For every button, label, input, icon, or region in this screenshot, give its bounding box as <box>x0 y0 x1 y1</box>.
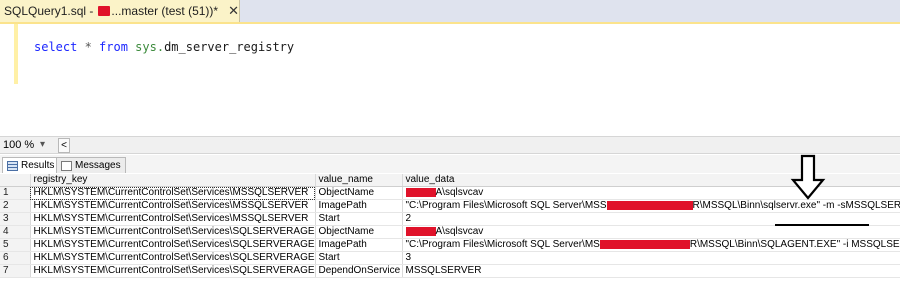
value-data-part: A\sqlsvcav <box>435 187 484 198</box>
row-number[interactable]: 2 <box>0 199 31 213</box>
tab-title-prefix: SQLQuery1.sql - <box>4 4 94 18</box>
cell-registry-key[interactable]: HKLM\SYSTEM\CurrentControlSet\Services\S… <box>30 264 316 278</box>
tab-title-suffix: ...master (test (51))* <box>111 4 219 18</box>
zoom-dropdown-icon[interactable]: ▾ <box>40 139 45 150</box>
table-row[interactable]: 4 HKLM\SYSTEM\CurrentControlSet\Services… <box>0 225 900 239</box>
scroll-left-button[interactable]: < <box>58 138 70 153</box>
schema-name: sys. <box>127 40 165 54</box>
query-editor[interactable]: select * from sys.dm_server_registry <box>0 24 900 136</box>
cell-value-data[interactable]: A\sqlsvcav <box>402 225 900 239</box>
cell-value-name[interactable]: DependOnService <box>315 264 403 278</box>
cell-value-name[interactable]: ObjectName <box>315 186 403 200</box>
zoom-bar: 100 % ▾ < <box>0 136 900 154</box>
cell-registry-key[interactable]: HKLM\SYSTEM\CurrentControlSet\Services\S… <box>30 225 316 239</box>
document-tab-strip: SQLQuery1.sql - ...master (test (51))* ✕ <box>0 0 900 22</box>
annotation-down-arrow-icon <box>790 154 826 200</box>
row-number[interactable]: 4 <box>0 225 31 239</box>
cell-registry-key[interactable]: HKLM\SYSTEM\CurrentControlSet\Services\M… <box>30 212 316 226</box>
grid-header-row: registry_key value_name value_data <box>0 174 900 187</box>
keyword-from: from <box>99 40 128 54</box>
grid-icon <box>7 160 18 171</box>
messages-icon <box>61 160 72 171</box>
annotation-underline <box>775 224 869 226</box>
value-data-part: A\sqlsvcav <box>435 226 484 237</box>
tab-messages-label: Messages <box>75 160 121 171</box>
cell-value-name[interactable]: ImagePath <box>315 199 403 213</box>
cell-value-name[interactable]: Start <box>315 251 403 265</box>
redacted-text <box>405 187 436 197</box>
redacted-server-name <box>98 6 111 16</box>
value-data-part: "C:\Program Files\Microsoft SQL Server\M… <box>405 200 607 211</box>
cell-registry-key[interactable]: HKLM\SYSTEM\CurrentControlSet\Services\M… <box>30 186 316 200</box>
cell-registry-key[interactable]: HKLM\SYSTEM\CurrentControlSet\Services\S… <box>30 238 316 252</box>
tab-messages[interactable]: Messages <box>56 157 126 173</box>
row-number-header <box>0 174 31 187</box>
row-number[interactable]: 6 <box>0 251 31 265</box>
tab-results[interactable]: Results <box>2 157 60 173</box>
cell-value-name[interactable]: Start <box>315 212 403 226</box>
value-data-part: "C:\Program Files\Microsoft SQL Server\M… <box>405 239 600 250</box>
change-tracking-marker <box>14 24 18 84</box>
cell-value-name[interactable]: ImagePath <box>315 238 403 252</box>
redacted-text <box>405 226 436 236</box>
cell-registry-key[interactable]: HKLM\SYSTEM\CurrentControlSet\Services\S… <box>30 251 316 265</box>
cell-value-name[interactable]: ObjectName <box>315 225 403 239</box>
table-row[interactable]: 3 HKLM\SYSTEM\CurrentControlSet\Services… <box>0 212 900 226</box>
row-number[interactable]: 5 <box>0 238 31 252</box>
table-row[interactable]: 5 HKLM\SYSTEM\CurrentControlSet\Services… <box>0 238 900 252</box>
table-row[interactable]: 1 HKLM\SYSTEM\CurrentControlSet\Services… <box>0 186 900 200</box>
column-header-value-name[interactable]: value_name <box>315 174 403 187</box>
cell-value-data[interactable]: "C:\Program Files\Microsoft SQL Server\M… <box>402 238 900 252</box>
table-row[interactable]: 6 HKLM\SYSTEM\CurrentControlSet\Services… <box>0 251 900 265</box>
cell-value-data[interactable]: 3 <box>402 251 900 265</box>
keyword-select: select <box>34 40 78 54</box>
code-line-1[interactable]: select * from sys.dm_server_registry <box>34 40 294 54</box>
redacted-text <box>606 200 693 210</box>
redacted-text <box>599 239 690 249</box>
zoom-level[interactable]: 100 % <box>3 139 34 151</box>
table-row[interactable]: 7 HKLM\SYSTEM\CurrentControlSet\Services… <box>0 264 900 278</box>
value-data-part: R\MSSQL\Binn\SQLAGENT.EXE" -i MSSQLSERVE… <box>689 239 900 250</box>
row-number[interactable]: 3 <box>0 212 31 226</box>
cell-registry-key[interactable]: HKLM\SYSTEM\CurrentControlSet\Services\M… <box>30 199 316 213</box>
query-document-tab[interactable]: SQLQuery1.sql - ...master (test (51))* ✕ <box>0 0 240 22</box>
results-grid[interactable]: registry_key value_name value_data 1 HKL… <box>0 174 900 293</box>
table-row[interactable]: 2 HKLM\SYSTEM\CurrentControlSet\Services… <box>0 199 900 213</box>
column-header-registry-key[interactable]: registry_key <box>30 174 316 187</box>
row-number[interactable]: 1 <box>0 186 31 200</box>
select-star: * <box>77 40 100 54</box>
close-tab-icon[interactable]: ✕ <box>228 3 239 19</box>
cell-value-data[interactable]: MSSQLSERVER <box>402 264 900 278</box>
object-name: dm_server_registry <box>164 40 295 54</box>
tab-results-label: Results <box>21 160 55 171</box>
results-tab-bar: Results Messages <box>0 155 900 173</box>
row-number[interactable]: 7 <box>0 264 31 278</box>
